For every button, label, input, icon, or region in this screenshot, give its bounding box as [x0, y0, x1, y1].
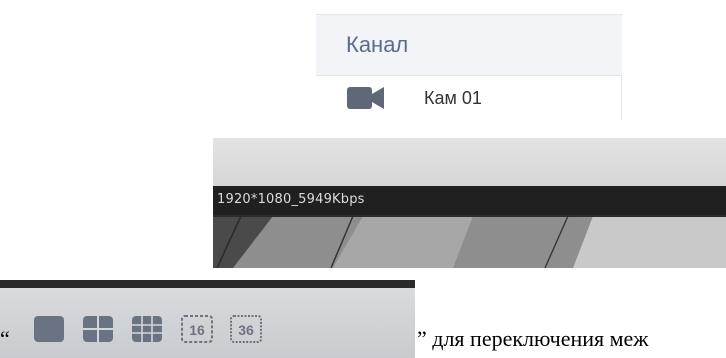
channel-header: Канал: [316, 14, 622, 76]
toolbar-top-strip: [0, 280, 415, 288]
layout-4-button[interactable]: [82, 315, 114, 343]
channel-panel: Канал Кам 01: [316, 14, 622, 122]
layout-toolbar: 16 36: [0, 280, 415, 358]
channel-item-cam-01[interactable]: Кам 01: [316, 76, 622, 120]
caption-open-quote: “: [0, 326, 10, 351]
video-camera-icon: [346, 86, 386, 110]
layout-16-button[interactable]: 16: [181, 315, 213, 343]
layout-9-button[interactable]: [131, 315, 163, 343]
video-title-bar: [213, 138, 726, 186]
thirtysix-view-icon: 36: [230, 315, 262, 343]
layout-36-label: 36: [238, 322, 254, 338]
video-frame[interactable]: 1920*1080_5949Kbps: [213, 186, 726, 268]
quad-view-icon: [83, 316, 113, 342]
sixteen-view-icon: 16: [181, 315, 213, 343]
nine-view-icon: [132, 316, 162, 342]
single-view-icon: [34, 316, 64, 342]
channel-label: Кам 01: [424, 87, 482, 108]
caption-text: ” для переключения меж: [417, 326, 649, 351]
bitrate-overlay: 1920*1080_5949Kbps: [217, 192, 365, 207]
layout-1-button[interactable]: [33, 315, 65, 343]
layout-16-label: 16: [189, 322, 205, 338]
video-preview[interactable]: 1920*1080_5949Kbps: [213, 138, 726, 268]
layout-36-button[interactable]: 36: [230, 315, 262, 343]
